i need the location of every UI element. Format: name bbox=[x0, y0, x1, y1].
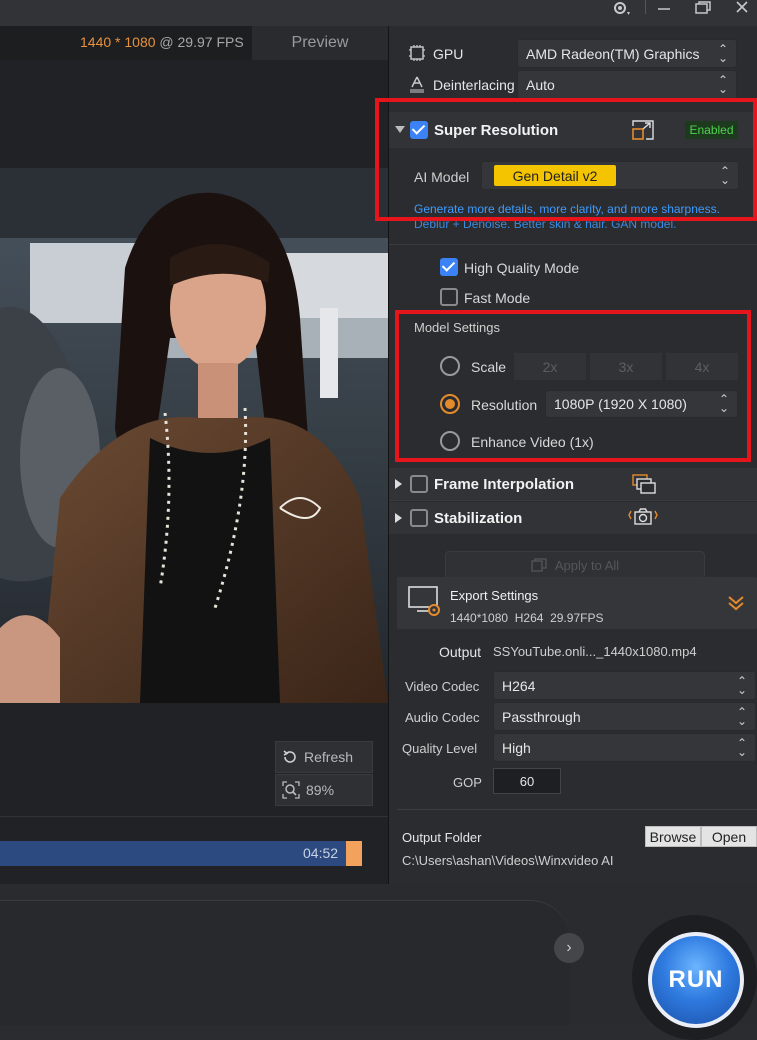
gpu-select-value: AMD Radeon(TM) Graphics bbox=[526, 45, 700, 62]
bottom-task-area bbox=[0, 900, 570, 1025]
chevron-updown-icon: ⌃ ⌄ bbox=[736, 704, 747, 728]
audio-codec-label: Audio Codec bbox=[405, 710, 480, 725]
refresh-icon bbox=[283, 750, 296, 763]
audio-codec-select[interactable]: Passthrough ⌃ ⌄ bbox=[493, 702, 756, 731]
video-codec-select[interactable]: H264 ⌃ ⌄ bbox=[493, 671, 756, 700]
deinterlacing-select[interactable]: Auto ⌃ ⌄ bbox=[517, 70, 737, 99]
video-preview-frame bbox=[0, 168, 388, 703]
minimize-icon[interactable] bbox=[656, 0, 672, 18]
copy-icon bbox=[531, 558, 547, 572]
chevron-updown-icon: ⌃ ⌄ bbox=[717, 72, 728, 96]
highlight-box-model-settings bbox=[395, 310, 751, 462]
zoom-icon bbox=[282, 781, 300, 799]
highlight-box-super-resolution bbox=[375, 98, 757, 221]
export-settings-icon bbox=[408, 586, 440, 616]
gpu-icon bbox=[409, 45, 425, 61]
browse-button[interactable]: Browse bbox=[645, 826, 701, 847]
video-codec-value: H264 bbox=[502, 677, 536, 694]
fast-mode-label: Fast Mode bbox=[464, 290, 531, 306]
timeline-end-handle[interactable] bbox=[346, 841, 362, 866]
video-codec-label: Video Codec bbox=[405, 679, 480, 694]
double-chevron-down-icon[interactable] bbox=[727, 594, 745, 612]
frame-interpolation-title: Frame Interpolation bbox=[434, 476, 575, 493]
gop-label: GOP bbox=[453, 775, 482, 790]
divider bbox=[0, 816, 388, 817]
divider bbox=[389, 500, 757, 501]
stabilization-checkbox[interactable] bbox=[410, 509, 428, 527]
deinterlacing-select-value: Auto bbox=[526, 76, 555, 93]
output-label: Output bbox=[439, 644, 482, 660]
quality-level-value: High bbox=[502, 739, 531, 756]
output-filename[interactable]: SSYouTube.onli..._1440x1080.mp4 bbox=[493, 644, 697, 659]
close-icon[interactable] bbox=[734, 0, 750, 18]
zoom-level: 89% bbox=[306, 782, 335, 798]
divider bbox=[397, 809, 757, 810]
divider bbox=[389, 244, 757, 245]
frame-interpolation-checkbox[interactable] bbox=[410, 475, 428, 493]
restore-icon[interactable] bbox=[694, 0, 712, 18]
output-folder-path[interactable]: C:\Users\ashan\Videos\Winxvideo AI bbox=[402, 853, 613, 868]
high-quality-mode-checkbox[interactable] bbox=[440, 258, 458, 276]
run-button[interactable]: RUN bbox=[648, 932, 744, 1028]
export-settings-summary: 1440*1080 H264 29.97FPS bbox=[450, 611, 604, 625]
chevron-right-icon[interactable]: › bbox=[554, 933, 584, 963]
frames-icon bbox=[632, 474, 656, 494]
settings-gear-icon[interactable] bbox=[610, 0, 632, 21]
gpu-label: GPU bbox=[433, 46, 464, 62]
video-fps: @ 29.97 FPS bbox=[159, 34, 244, 50]
camera-stabilize-icon bbox=[628, 508, 658, 525]
gpu-select[interactable]: AMD Radeon(TM) Graphics ⌃ ⌄ bbox=[517, 39, 737, 68]
open-button[interactable]: Open bbox=[701, 826, 757, 847]
high-quality-mode-label: High Quality Mode bbox=[464, 260, 580, 276]
deinterlacing-label: Deinterlacing bbox=[433, 77, 515, 93]
title-bar bbox=[0, 0, 757, 26]
chevron-updown-icon: ⌃ ⌄ bbox=[717, 41, 728, 65]
fast-mode-checkbox[interactable] bbox=[440, 288, 458, 306]
timeline-duration: 04:52 bbox=[303, 845, 339, 861]
chevron-right-icon[interactable] bbox=[395, 513, 403, 523]
quality-level-select[interactable]: High ⌃ ⌄ bbox=[493, 733, 756, 762]
chevron-updown-icon: ⌃ ⌄ bbox=[736, 735, 747, 759]
refresh-label: Refresh bbox=[304, 749, 354, 765]
audio-codec-value: Passthrough bbox=[502, 708, 581, 725]
zoom-button[interactable]: 89% bbox=[275, 774, 373, 806]
apply-to-all-label: Apply to All bbox=[554, 557, 620, 573]
timeline-bar[interactable] bbox=[0, 841, 346, 866]
apply-to-all-button[interactable]: Apply to All bbox=[445, 551, 705, 579]
deinterlace-icon bbox=[410, 76, 424, 93]
export-settings-title: Export Settings bbox=[450, 588, 539, 603]
gop-input[interactable]: 60 bbox=[493, 768, 561, 794]
output-folder-label: Output Folder bbox=[402, 830, 482, 845]
chevron-updown-icon: ⌃ ⌄ bbox=[736, 673, 747, 697]
tab-preview[interactable]: Preview bbox=[252, 26, 388, 60]
video-format-info: 1440 * 1080 @ 29.97 FPS bbox=[80, 34, 244, 50]
video-resolution: 1440 * 1080 bbox=[80, 34, 156, 50]
refresh-button[interactable]: Refresh bbox=[275, 741, 373, 773]
chevron-right-icon[interactable] bbox=[395, 479, 403, 489]
titlebar-divider bbox=[645, 0, 646, 14]
stabilization-title: Stabilization bbox=[434, 510, 523, 527]
quality-level-label: Quality Level bbox=[402, 741, 478, 756]
